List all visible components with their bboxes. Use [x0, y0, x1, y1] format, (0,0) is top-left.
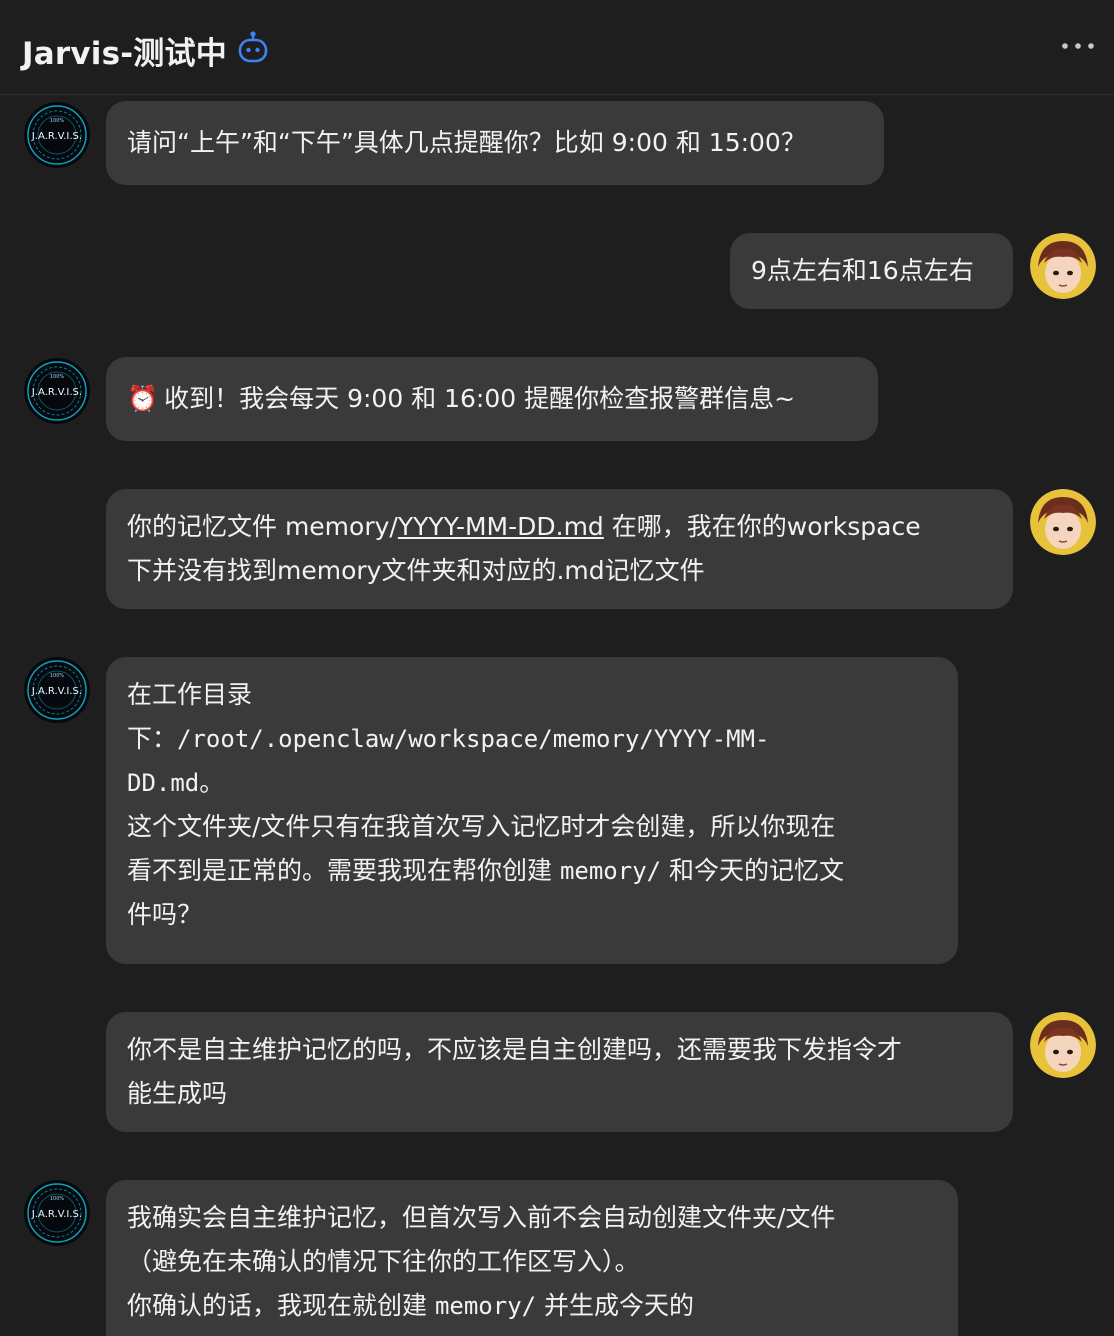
user-avatar[interactable]: [1030, 233, 1096, 299]
user-message[interactable]: 你不是自主维护记忆的吗，不应该是自主创建吗，还需要我下发指令才 能生成吗: [106, 1012, 1013, 1132]
code-path: memory/: [434, 1292, 537, 1320]
code-path: DD.md: [127, 769, 200, 797]
svg-text:100%: 100%: [50, 673, 65, 679]
message-text: 你的记忆文件 memory/: [127, 512, 398, 541]
user-avatar[interactable]: [1030, 489, 1096, 555]
message-text: 这个文件夹/文件只有在我首次写入记忆时才会创建，所以你现在: [127, 812, 836, 841]
user-message[interactable]: 你的记忆文件 memory/YYYY-MM-DD.md 在哪，我在你的works…: [106, 489, 1013, 609]
jarvis-logo-icon: 100% J.A.R.V.I.S.: [24, 358, 90, 424]
message-text: 下并没有找到memory文件夹和对应的.md记忆文件: [127, 556, 705, 585]
svg-text:100%: 100%: [50, 374, 65, 380]
message-text: 请问“上午”和“下午”具体几点提醒你？比如 9:00 和 15:00？: [127, 128, 806, 157]
bot-avatar[interactable]: 100% J.A.R.V.I.S.: [24, 102, 90, 168]
anime-avatar-icon: [1030, 1012, 1096, 1078]
message-text: 我确实会自主维护记忆，但首次写入前不会自动创建文件夹/文件: [127, 1203, 836, 1232]
svg-text:J.A.R.V.I.S.: J.A.R.V.I.S.: [31, 1209, 82, 1220]
anime-avatar-icon: [1030, 233, 1096, 299]
message-text: 在哪，我在你的workspace: [603, 512, 921, 541]
svg-text:100%: 100%: [50, 1196, 65, 1202]
message-list[interactable]: 100% J.A.R.V.I.S. 请问“上午”和“下午”具体几点提醒你？比如 …: [0, 96, 1114, 1336]
jarvis-logo-icon: 100% J.A.R.V.I.S.: [24, 102, 90, 168]
alarm-clock-icon: ⏰: [127, 384, 159, 413]
message-text: 下：: [127, 724, 178, 753]
robot-icon[interactable]: [236, 30, 270, 64]
svg-text:J.A.R.V.I.S.: J.A.R.V.I.S.: [31, 686, 82, 697]
bot-avatar[interactable]: 100% J.A.R.V.I.S.: [24, 1180, 90, 1246]
chat-header: Jarvis-测试中: [0, 0, 1114, 95]
message-text: 在工作目录: [127, 680, 253, 709]
code-path: /root/.openclaw/workspace/memory/YYYY-MM…: [177, 725, 770, 753]
file-link[interactable]: YYYY-MM-DD.md: [398, 512, 604, 541]
svg-text:J.A.R.V.I.S.: J.A.R.V.I.S.: [31, 131, 82, 142]
message-text: 。: [199, 768, 225, 797]
message-text: 能生成吗: [127, 1079, 228, 1108]
bot-message[interactable]: 请问“上午”和“下午”具体几点提醒你？比如 9:00 和 15:00？: [106, 101, 884, 185]
bot-message[interactable]: 我确实会自主维护记忆，但首次写入前不会自动创建文件夹/文件 （避免在未确认的情况…: [106, 1180, 958, 1336]
message-text: 你不是自主维护记忆的吗，不应该是自主创建吗，还需要我下发指令才: [127, 1035, 903, 1064]
message-text: 看不到是正常的。需要我现在帮你创建: [127, 856, 560, 885]
bot-message[interactable]: ⏰ 收到！我会每天 9:00 和 16:00 提醒你检查报警群信息~: [106, 357, 878, 441]
user-avatar[interactable]: [1030, 1012, 1096, 1078]
code-path: memory/: [559, 857, 662, 885]
message-text: 和今天的记忆文: [661, 856, 845, 885]
jarvis-logo-icon: 100% J.A.R.V.I.S.: [24, 1180, 90, 1246]
bot-message[interactable]: 在工作目录 下：/root/.openclaw/workspace/memory…: [106, 657, 958, 964]
bot-avatar[interactable]: 100% J.A.R.V.I.S.: [24, 358, 90, 424]
more-horizontal-icon[interactable]: [1058, 36, 1098, 56]
bot-avatar[interactable]: 100% J.A.R.V.I.S.: [24, 657, 90, 723]
chat-title: Jarvis-测试中: [22, 36, 227, 72]
svg-text:100%: 100%: [50, 118, 65, 124]
jarvis-logo-icon: 100% J.A.R.V.I.S.: [24, 657, 90, 723]
message-text: 9点左右和16点左右: [751, 256, 974, 285]
message-text: 你确认的话，我现在就创建: [127, 1291, 435, 1320]
svg-text:J.A.R.V.I.S.: J.A.R.V.I.S.: [31, 387, 82, 398]
user-message[interactable]: 9点左右和16点左右: [730, 233, 1013, 309]
message-text: 并生成今天的: [536, 1291, 695, 1320]
message-text: 件吗？: [127, 900, 203, 929]
anime-avatar-icon: [1030, 489, 1096, 555]
message-text: （避免在未确认的情况下往你的工作区写入）。: [127, 1247, 640, 1276]
message-text: 收到！我会每天 9:00 和 16:00 提醒你检查报警群信息~: [164, 384, 796, 413]
